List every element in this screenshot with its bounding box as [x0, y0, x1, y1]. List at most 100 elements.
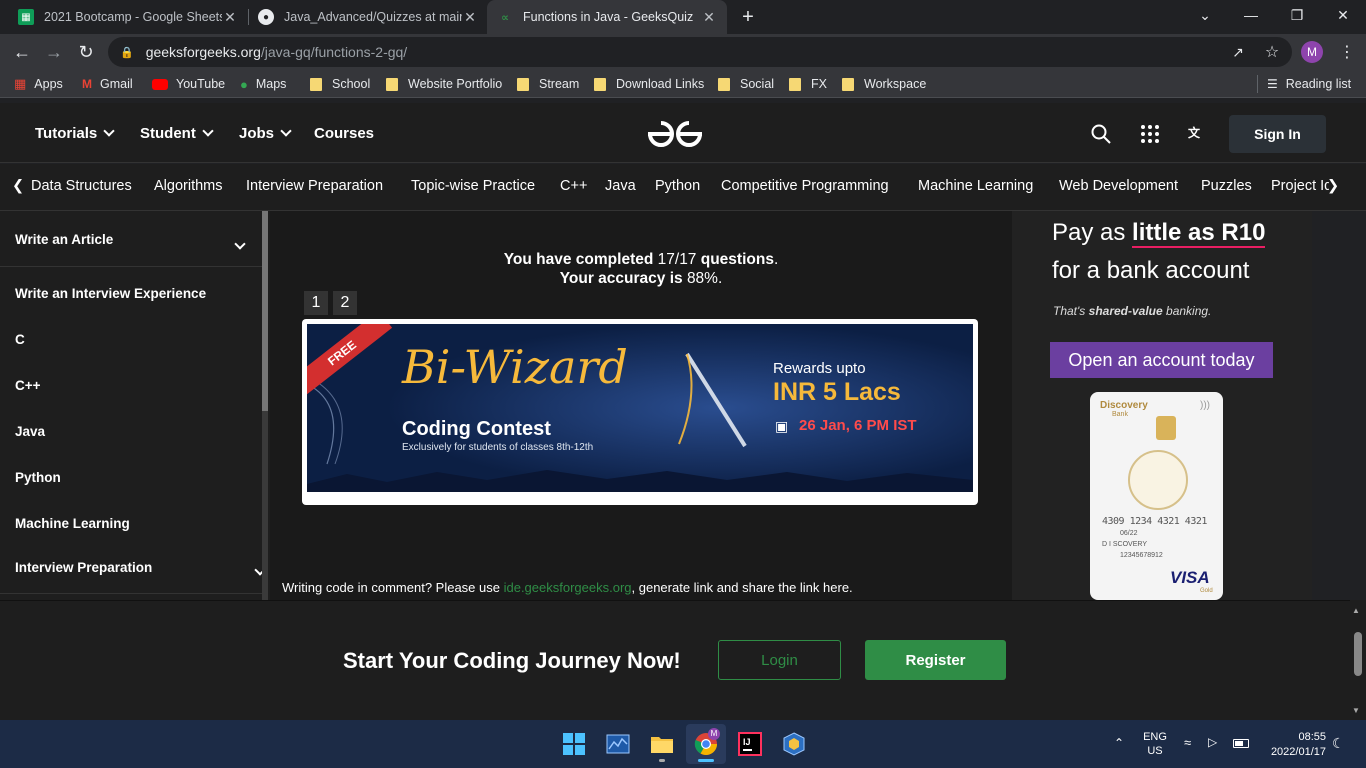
tab-gfg-active[interactable]: ∝ Functions in Java - GeeksQuiz ✕	[487, 0, 727, 34]
minimize-icon[interactable]: —	[1228, 0, 1274, 30]
bookmark-workspace[interactable]: Workspace	[842, 75, 926, 93]
tray-overflow-icon[interactable]: ⌃	[1114, 736, 1124, 750]
page-scrollbar[interactable]: ▲ ▼	[1350, 600, 1366, 720]
clock[interactable]: 08:55 2022/01/17	[1262, 730, 1326, 760]
file-explorer-icon[interactable]	[650, 732, 674, 756]
open-account-button[interactable]: Open an account today	[1050, 342, 1273, 378]
restore-icon[interactable]: ❐	[1274, 0, 1320, 30]
scroll-down-icon[interactable]: ▼	[1352, 706, 1360, 715]
notifications-icon[interactable]: ☾	[1332, 735, 1345, 752]
search-icon[interactable]	[1091, 124, 1111, 144]
menu-kebab-icon[interactable]: ⋮	[1333, 38, 1361, 66]
maps-pin-icon: ●	[240, 76, 248, 92]
tab-strip: ▦ 2021 Bootcamp - Google Sheets ✕ ● Java…	[0, 0, 1366, 34]
reading-list-button[interactable]: ☰ Reading list	[1267, 75, 1351, 93]
topic-competitive-programming[interactable]: Competitive Programming	[721, 178, 889, 194]
bookmark-fx[interactable]: FX	[789, 75, 827, 93]
page-button-2[interactable]: 2	[333, 291, 357, 315]
chevron-down-icon[interactable]	[234, 238, 246, 250]
nav-student[interactable]: Student	[140, 125, 214, 142]
bookmark-school[interactable]: School	[310, 75, 370, 93]
bookmark-stream[interactable]: Stream	[517, 75, 579, 93]
bookmark-label: Workspace	[864, 77, 927, 91]
reload-icon[interactable]: ↻	[72, 38, 100, 66]
sidebar-item-interview-preparation[interactable]: Interview Preparation	[15, 560, 152, 575]
sidebar-item-python[interactable]: Python	[15, 470, 61, 485]
sidebar-item-write-article[interactable]: Write an Article	[15, 232, 113, 247]
close-tab-icon[interactable]: ✕	[222, 9, 238, 26]
nav-tutorials[interactable]: Tutorials	[35, 125, 115, 142]
topic-data-structures[interactable]: Data Structures	[31, 178, 132, 194]
quiz-result: You have completed 17/17 questions. Your…	[270, 250, 1012, 288]
language-indicator[interactable]: ENG US	[1140, 730, 1170, 758]
topic-python[interactable]: Python	[655, 178, 700, 194]
topic-web-development[interactable]: Web Development	[1059, 178, 1178, 194]
bookmark-label: Gmail	[100, 77, 133, 91]
tab-search-icon[interactable]: ⌄	[1182, 0, 1228, 30]
bookmark-maps[interactable]: ● Maps	[240, 75, 286, 93]
task-manager-icon[interactable]	[606, 732, 630, 756]
topic-project-ideas[interactable]: Project Id	[1271, 178, 1329, 194]
bookmark-label: FX	[811, 77, 827, 91]
lock-icon[interactable]: 🔒	[120, 46, 134, 59]
bookmark-apps[interactable]: ▦ Apps	[14, 75, 63, 93]
login-button[interactable]: Login	[718, 640, 841, 680]
ide-link[interactable]: ide.geeksforgeeks.org	[504, 580, 632, 595]
bank-ad[interactable]: Pay as little as R10 for a bank account …	[1012, 211, 1312, 600]
sign-in-button[interactable]: Sign In	[1229, 115, 1326, 153]
bookmark-youtube[interactable]: YouTube	[152, 75, 225, 93]
sidebar-item-cpp[interactable]: C++	[15, 378, 41, 393]
volume-icon[interactable]: ▷	[1208, 735, 1217, 749]
bookmark-social[interactable]: Social	[718, 75, 774, 93]
gfg-logo[interactable]	[646, 119, 704, 149]
bookmark-download-links[interactable]: Download Links	[594, 75, 704, 93]
close-window-icon[interactable]: ✕	[1320, 0, 1366, 30]
address-bar[interactable]: 🔒 geeksforgeeks.org /java-gq/functions-2…	[108, 37, 1292, 67]
translate-icon[interactable]: 文	[1188, 124, 1206, 142]
virtualbox-icon[interactable]	[782, 732, 806, 756]
bookmark-gmail[interactable]: M Gmail	[82, 75, 133, 93]
topic-algorithms[interactable]: Algorithms	[154, 178, 223, 194]
topic-interview-preparation[interactable]: Interview Preparation	[246, 178, 383, 194]
tab-github[interactable]: ● Java_Advanced/Quizzes at main · ✕	[248, 0, 488, 34]
page-button-1[interactable]: 1	[304, 291, 328, 315]
nav-courses[interactable]: Courses	[314, 125, 374, 142]
bookmark-star-icon[interactable]: ☆	[1258, 38, 1286, 66]
note-suffix: , generate link and share the link here.	[631, 580, 853, 595]
scroll-left-icon[interactable]: ❮	[12, 178, 24, 194]
close-tab-icon[interactable]: ✕	[701, 9, 717, 26]
sidebar-scroll-thumb[interactable]	[262, 211, 268, 411]
wifi-icon[interactable]: ≈	[1184, 735, 1191, 750]
share-icon[interactable]: ↗	[1224, 38, 1252, 66]
accuracy-value: 88%	[686, 270, 718, 287]
sidebar-item-interview-experience[interactable]: Write an Interview Experience	[15, 286, 206, 301]
youtube-icon	[152, 78, 168, 90]
back-icon[interactable]: ←	[8, 38, 36, 66]
topic-machine-learning[interactable]: Machine Learning	[918, 178, 1033, 194]
topic-puzzles[interactable]: Puzzles	[1201, 178, 1252, 194]
sidebar-item-machine-learning[interactable]: Machine Learning	[15, 516, 130, 531]
forward-icon[interactable]: →	[40, 38, 68, 66]
intellij-icon[interactable]: IJ	[738, 732, 762, 756]
new-tab-button[interactable]: +	[737, 6, 759, 28]
register-button[interactable]: Register	[865, 640, 1006, 680]
clock-date: 2022/01/17	[1270, 746, 1326, 758]
bookmark-website-portfolio[interactable]: Website Portfolio	[386, 75, 502, 93]
topic-topic-wise-practice[interactable]: Topic-wise Practice	[411, 178, 535, 194]
active-indicator	[698, 759, 714, 762]
nav-jobs[interactable]: Jobs	[239, 125, 292, 142]
close-tab-icon[interactable]: ✕	[462, 9, 478, 26]
contest-banner[interactable]: FREE Bi-Wizard Coding Contest Exclusivel…	[302, 319, 978, 505]
page-scroll-thumb[interactable]	[1354, 632, 1362, 676]
tab-google-sheets[interactable]: ▦ 2021 Bootcamp - Google Sheets ✕	[8, 0, 248, 34]
topic-java[interactable]: Java	[605, 178, 636, 194]
profile-avatar[interactable]: M	[1301, 41, 1323, 63]
windows-start-icon[interactable]	[562, 732, 586, 756]
topic-cpp[interactable]: C++	[560, 178, 587, 194]
scroll-up-icon[interactable]: ▲	[1352, 606, 1360, 615]
battery-icon[interactable]	[1233, 739, 1249, 748]
sidebar-item-java[interactable]: Java	[15, 424, 45, 439]
sidebar-item-c[interactable]: C	[15, 332, 25, 347]
apps-grid-icon[interactable]	[1141, 125, 1159, 143]
scroll-right-icon[interactable]: ❯	[1327, 178, 1339, 194]
